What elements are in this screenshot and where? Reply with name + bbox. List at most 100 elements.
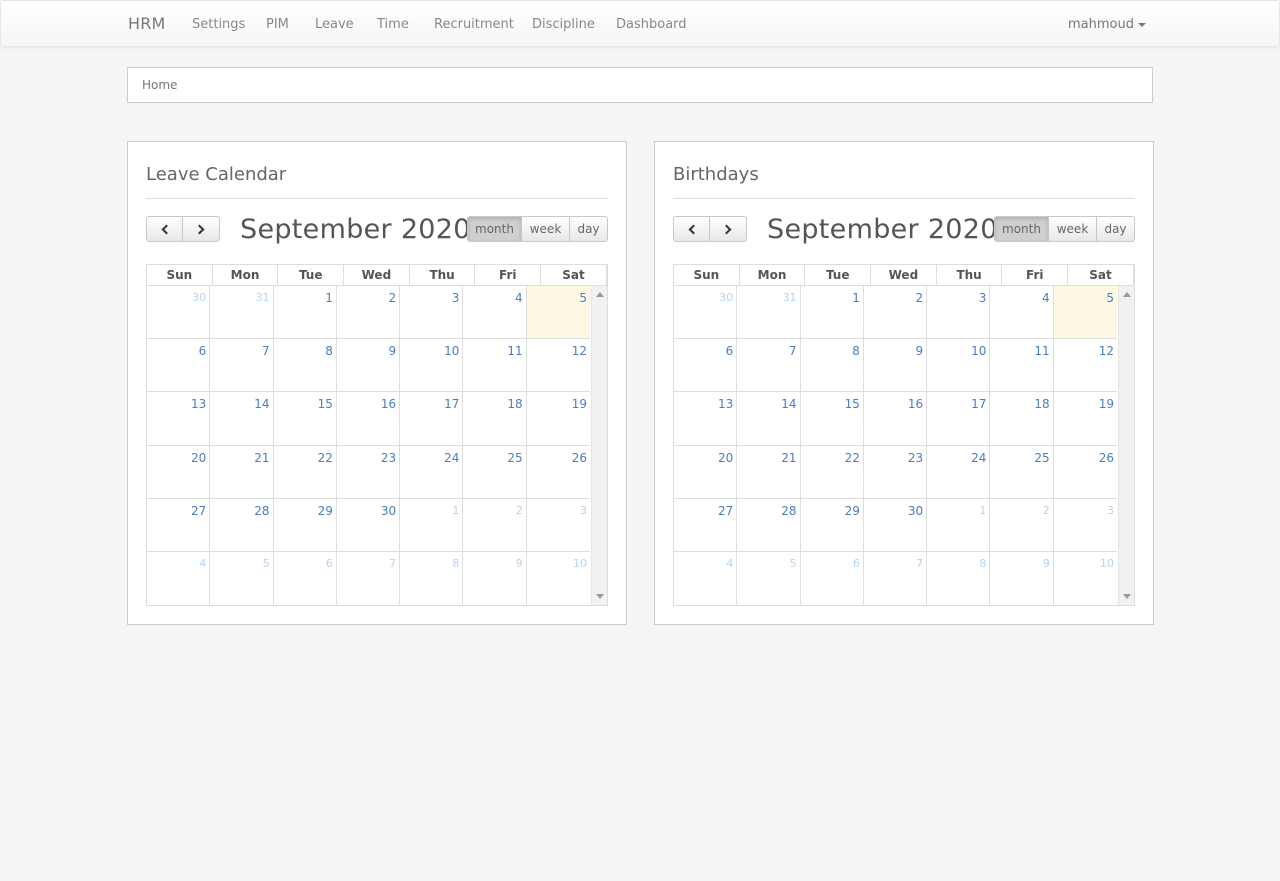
day-number[interactable]: 1 <box>852 291 860 305</box>
day-number[interactable]: 2 <box>1043 504 1050 517</box>
day-number[interactable]: 1 <box>979 504 986 517</box>
day-cell[interactable]: 8 <box>927 551 991 606</box>
day-number[interactable]: 7 <box>916 557 923 570</box>
day-number[interactable]: 22 <box>318 451 333 465</box>
day-cell[interactable]: 28 <box>210 498 274 551</box>
day-number[interactable]: 10 <box>971 344 986 358</box>
day-number[interactable]: 17 <box>444 397 459 411</box>
day-cell[interactable]: 5 <box>526 286 590 339</box>
day-number[interactable]: 10 <box>1100 557 1114 570</box>
day-number[interactable]: 23 <box>908 451 923 465</box>
day-cell[interactable]: 10 <box>927 339 991 392</box>
day-number[interactable]: 7 <box>789 344 797 358</box>
scroll-down-icon[interactable] <box>1123 594 1131 599</box>
day-number[interactable]: 26 <box>572 451 587 465</box>
day-cell[interactable]: 9 <box>864 339 928 392</box>
day-number[interactable]: 3 <box>1107 504 1114 517</box>
day-cell[interactable]: 18 <box>463 392 527 445</box>
nav-pim[interactable]: PIM <box>266 17 289 32</box>
day-cell[interactable]: 21 <box>737 445 801 498</box>
day-cell[interactable]: 16 <box>864 392 928 445</box>
day-cell[interactable]: 1 <box>927 498 991 551</box>
day-number[interactable]: 25 <box>507 451 522 465</box>
day-number[interactable]: 17 <box>971 397 986 411</box>
day-cell[interactable]: 20 <box>147 445 211 498</box>
day-number[interactable]: 4 <box>726 557 733 570</box>
day-number[interactable]: 10 <box>444 344 459 358</box>
leave-view-month-button[interactable]: month <box>467 216 522 242</box>
day-cell[interactable]: 27 <box>674 498 738 551</box>
day-number[interactable]: 15 <box>845 397 860 411</box>
day-cell[interactable]: 22 <box>274 445 337 498</box>
day-cell[interactable]: 13 <box>147 392 211 445</box>
day-cell[interactable]: 16 <box>337 392 401 445</box>
day-cell[interactable]: 14 <box>737 392 801 445</box>
day-cell[interactable]: 1 <box>400 498 464 551</box>
day-cell[interactable]: 9 <box>337 339 401 392</box>
day-cell[interactable]: 2 <box>864 286 928 339</box>
day-number[interactable]: 6 <box>326 557 333 570</box>
day-number[interactable]: 6 <box>726 344 734 358</box>
day-number[interactable]: 3 <box>580 504 587 517</box>
day-cell[interactable]: 13 <box>674 392 738 445</box>
day-cell[interactable]: 12 <box>1054 339 1117 391</box>
day-number[interactable]: 30 <box>381 504 396 518</box>
calendar-scrollbar[interactable] <box>1118 286 1134 605</box>
day-cell[interactable]: 15 <box>274 392 337 445</box>
birthdays-prev-button[interactable] <box>673 216 710 242</box>
day-cell[interactable]: 8 <box>400 551 464 606</box>
day-cell[interactable]: 3 <box>927 286 991 339</box>
day-number[interactable]: 23 <box>381 451 396 465</box>
day-number[interactable]: 7 <box>262 344 270 358</box>
day-number[interactable]: 1 <box>452 504 459 517</box>
day-cell[interactable]: 11 <box>990 339 1054 392</box>
day-cell[interactable]: 6 <box>801 551 864 606</box>
day-number[interactable]: 18 <box>1034 397 1049 411</box>
day-cell[interactable]: 20 <box>674 445 738 498</box>
day-number[interactable]: 20 <box>191 451 206 465</box>
day-number[interactable]: 30 <box>192 291 206 304</box>
scroll-up-icon[interactable] <box>596 292 604 297</box>
day-number[interactable]: 29 <box>845 504 860 518</box>
calendar-scrollbar[interactable] <box>591 286 607 605</box>
nav-recruitment[interactable]: Recruitment <box>434 17 514 32</box>
day-cell[interactable]: 5 <box>210 551 274 606</box>
day-cell[interactable]: 23 <box>337 445 401 498</box>
day-number[interactable]: 6 <box>199 344 207 358</box>
day-number[interactable]: 21 <box>781 451 796 465</box>
day-number[interactable]: 2 <box>516 504 523 517</box>
day-cell[interactable]: 25 <box>990 445 1054 498</box>
day-number[interactable]: 14 <box>254 397 269 411</box>
day-number[interactable]: 25 <box>1034 451 1049 465</box>
nav-time[interactable]: Time <box>377 17 409 32</box>
day-cell[interactable]: 1 <box>274 286 337 339</box>
nav-leave[interactable]: Leave <box>315 17 354 32</box>
day-number[interactable]: 16 <box>381 397 396 411</box>
day-number[interactable]: 7 <box>389 557 396 570</box>
day-cell[interactable]: 18 <box>990 392 1054 445</box>
day-cell[interactable]: 5 <box>1053 286 1117 339</box>
day-number[interactable]: 8 <box>325 344 333 358</box>
day-number[interactable]: 12 <box>572 344 587 358</box>
day-number[interactable]: 1 <box>325 291 333 305</box>
day-number[interactable]: 28 <box>781 504 796 518</box>
day-cell[interactable]: 6 <box>147 339 211 392</box>
day-cell[interactable]: 19 <box>1054 392 1117 444</box>
brand-logo[interactable]: HRM <box>128 14 166 33</box>
day-cell[interactable]: 6 <box>274 551 337 606</box>
day-cell[interactable]: 1 <box>801 286 864 339</box>
day-cell[interactable]: 8 <box>801 339 864 392</box>
day-number[interactable]: 16 <box>908 397 923 411</box>
day-cell[interactable]: 3 <box>1054 499 1117 551</box>
day-cell[interactable]: 23 <box>864 445 928 498</box>
leave-next-button[interactable] <box>183 216 220 242</box>
day-cell[interactable]: 3 <box>527 499 590 551</box>
leave-view-day-button[interactable]: day <box>570 216 608 242</box>
day-cell[interactable]: 9 <box>990 551 1054 606</box>
day-number[interactable]: 15 <box>318 397 333 411</box>
day-cell[interactable]: 14 <box>210 392 274 445</box>
day-number[interactable]: 9 <box>915 344 923 358</box>
day-cell[interactable]: 26 <box>527 446 590 498</box>
nav-dashboard[interactable]: Dashboard <box>616 17 687 32</box>
day-cell[interactable]: 7 <box>337 551 401 606</box>
